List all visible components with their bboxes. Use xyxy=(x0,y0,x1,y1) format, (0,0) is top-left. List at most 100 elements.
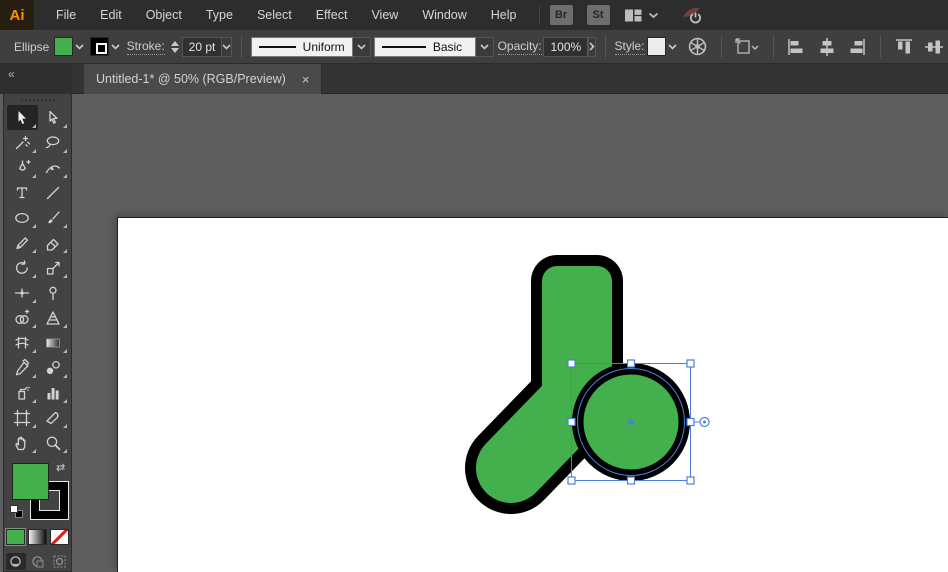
default-fill-stroke-icon[interactable] xyxy=(10,505,23,518)
menu-item-select[interactable]: Select xyxy=(245,0,304,30)
graphic-style-swatch[interactable] xyxy=(646,37,666,56)
chevron-down-icon[interactable] xyxy=(73,37,87,56)
eyedropper-tool[interactable] xyxy=(7,355,38,380)
brush-preview xyxy=(381,45,426,48)
fill-color-dropdown[interactable] xyxy=(53,37,87,56)
stroke-panel-link[interactable]: Stroke: xyxy=(126,39,165,55)
draw-inside-button[interactable] xyxy=(50,553,70,570)
width-profile-preview xyxy=(258,45,296,48)
direct-selection-tool[interactable] xyxy=(38,105,69,130)
scale-tool[interactable] xyxy=(38,255,69,280)
pen-tool[interactable] xyxy=(7,155,38,180)
chevron-down-icon[interactable] xyxy=(475,36,494,57)
width-tool[interactable] xyxy=(7,280,38,305)
chevron-down-icon[interactable] xyxy=(109,37,123,56)
column-graph-tool[interactable] xyxy=(38,380,69,405)
puppet-warp-tool[interactable] xyxy=(38,280,69,305)
type-tool[interactable] xyxy=(7,180,38,205)
align-horizontal-center-icon[interactable] xyxy=(813,37,841,57)
eyedropper-tool-icon xyxy=(15,358,30,375)
opacity-dropdown-button[interactable] xyxy=(588,36,597,57)
shape-builder-tool[interactable] xyxy=(7,305,38,330)
slice-tool[interactable] xyxy=(38,405,69,430)
brush-definition-dropdown[interactable]: Basic xyxy=(373,36,494,57)
draw-behind-button[interactable] xyxy=(28,553,48,570)
selection-tool-icon xyxy=(18,110,26,124)
paintbrush-tool[interactable] xyxy=(38,205,69,230)
graphic-style-dropdown[interactable] xyxy=(646,37,680,56)
lasso-tool[interactable] xyxy=(38,130,69,155)
rotate-tool[interactable] xyxy=(7,255,38,280)
control-bar: Ellipse Stroke: 20 pt Uniform Basic Opac… xyxy=(0,30,948,64)
blend-tool-icon xyxy=(46,360,60,374)
color-button[interactable] xyxy=(5,528,26,546)
isolate-selected-object-button[interactable] xyxy=(730,37,764,57)
symbol-sprayer-tool[interactable] xyxy=(7,380,38,405)
stroke-weight-value[interactable]: 20 pt xyxy=(181,36,223,57)
menu-item-window[interactable]: Window xyxy=(410,0,478,30)
zoom-tool[interactable] xyxy=(38,430,69,455)
workspace-layout-icon xyxy=(624,9,641,21)
lasso-tool-icon xyxy=(45,135,60,148)
toolbar-drag-handle[interactable] xyxy=(19,98,56,103)
eraser-tool[interactable] xyxy=(38,230,69,255)
recolor-artwork-button[interactable] xyxy=(683,36,712,57)
mesh-tool[interactable] xyxy=(7,330,38,355)
blend-tool[interactable] xyxy=(38,355,69,380)
gradient-button[interactable] xyxy=(28,529,47,545)
stroke-color-dropdown[interactable] xyxy=(89,37,123,56)
adobe-stock-button[interactable]: St xyxy=(586,5,610,25)
none-button[interactable] xyxy=(50,529,69,545)
line-segment-tool[interactable] xyxy=(38,180,69,205)
gradient-tool[interactable] xyxy=(38,330,69,355)
artboard-tool[interactable] xyxy=(7,405,38,430)
chevron-down-icon[interactable] xyxy=(352,36,371,57)
width-tool-icon xyxy=(14,287,30,298)
perspective-grid-tool[interactable] xyxy=(38,305,69,330)
rotate-tool-icon xyxy=(15,259,28,274)
close-document-icon[interactable]: × xyxy=(302,72,310,87)
workspace-switcher[interactable] xyxy=(624,8,659,23)
menu-item-file[interactable]: File xyxy=(44,0,88,30)
menu-item-effect[interactable]: Effect xyxy=(304,0,360,30)
rotate-widget-icon[interactable] xyxy=(699,416,710,428)
document-tab[interactable]: Untitled-1* @ 50% (RGB/Preview) × xyxy=(84,64,323,94)
draw-normal-button[interactable] xyxy=(5,553,26,570)
align-right-icon[interactable] xyxy=(843,37,871,57)
perspective-grid-tool-icon xyxy=(46,310,60,325)
illustrator-window: Ai File Edit Object Type Select Effect View Win… xyxy=(0,0,948,572)
menu-item-view[interactable]: View xyxy=(359,0,410,30)
magic-wand-tool[interactable] xyxy=(7,130,38,155)
curvature-tool[interactable] xyxy=(38,155,69,180)
stroke-weight-stepper[interactable] xyxy=(170,40,179,53)
style-panel-link[interactable]: Style: xyxy=(614,39,645,55)
stroke-color-swatch[interactable] xyxy=(89,37,109,56)
align-top-icon[interactable] xyxy=(890,37,918,57)
go-to-bridge-button[interactable]: Br xyxy=(549,5,573,25)
stroke-weight-dropdown-button[interactable] xyxy=(222,36,233,57)
align-vertical-center-icon[interactable] xyxy=(920,37,948,57)
hand-tool[interactable] xyxy=(7,430,38,455)
gpu-performance-icon[interactable] xyxy=(681,4,705,26)
swap-fill-stroke-icon[interactable]: ⇄ xyxy=(56,461,65,474)
menu-item-type[interactable]: Type xyxy=(194,0,245,30)
paint-style-buttons xyxy=(4,528,71,546)
opacity-value[interactable]: 100% xyxy=(543,36,589,57)
menu-item-help[interactable]: Help xyxy=(479,0,529,30)
menu-item-object[interactable]: Object xyxy=(134,0,194,30)
ellipse-tool[interactable] xyxy=(7,205,38,230)
selection-tool[interactable] xyxy=(6,105,38,130)
chevron-down-icon[interactable] xyxy=(666,37,680,56)
align-left-icon[interactable] xyxy=(782,37,810,57)
opacity-panel-link[interactable]: Opacity: xyxy=(497,39,542,55)
pencil-tool[interactable] xyxy=(7,230,38,255)
magic-wand-tool-icon xyxy=(15,135,31,149)
fill-color-swatch[interactable] xyxy=(53,37,73,56)
canvas-area[interactable] xyxy=(0,94,948,572)
menu-item-edit[interactable]: Edit xyxy=(88,0,134,30)
toolbar-panel: ⇄ xyxy=(3,94,72,572)
fill-proxy[interactable] xyxy=(12,463,49,500)
variable-width-profile-dropdown[interactable]: Uniform xyxy=(250,36,371,57)
toolbar-collapse-button[interactable]: « xyxy=(0,64,72,94)
gradient-tool-icon xyxy=(46,338,60,347)
